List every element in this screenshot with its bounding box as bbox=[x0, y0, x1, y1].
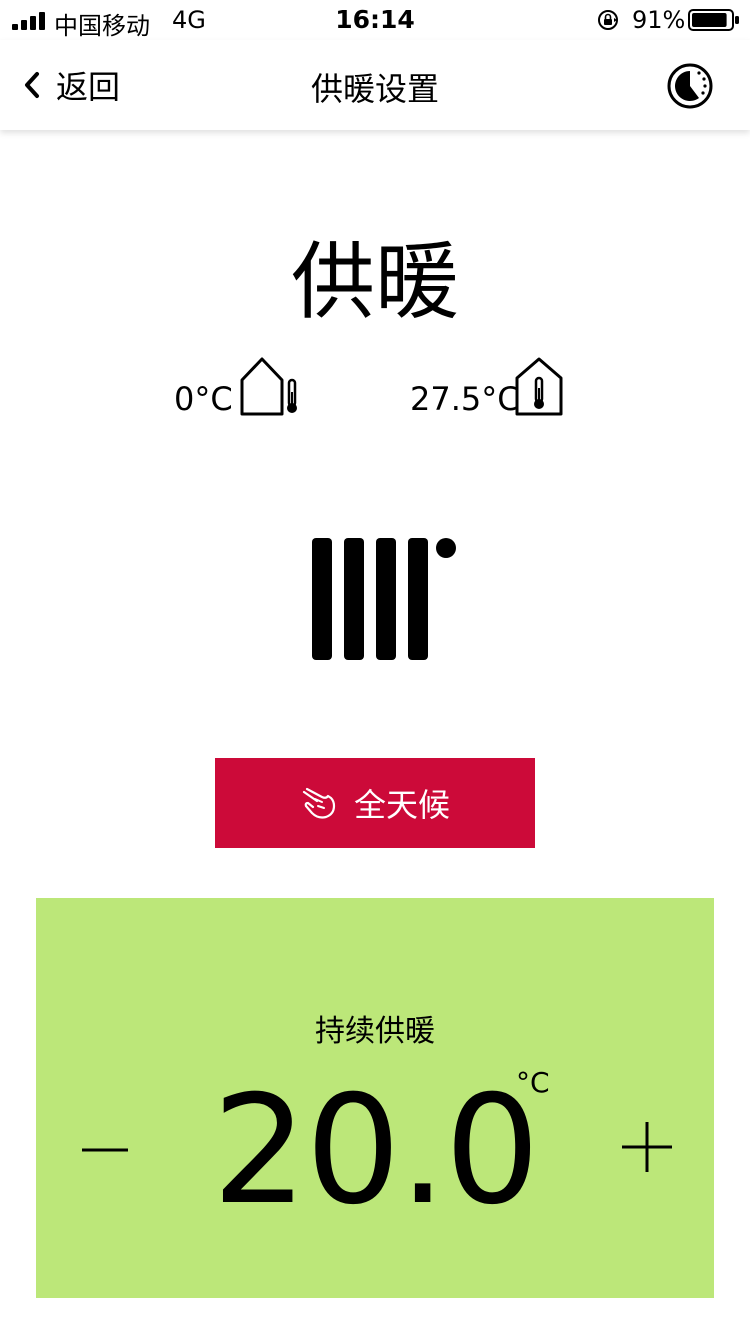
plus-icon bbox=[622, 1122, 672, 1172]
status-bar: 中国移动 4G 16:14 91% bbox=[0, 0, 750, 40]
hand-pointer-icon bbox=[302, 787, 336, 819]
house-indoor-thermometer-icon bbox=[515, 357, 563, 416]
clock-icon[interactable] bbox=[666, 62, 714, 110]
rotation-lock-icon bbox=[598, 10, 618, 30]
setpoint-value: 20.0 bbox=[212, 1064, 540, 1238]
page-title: 供暖设置 bbox=[310, 70, 439, 108]
schedule-mode-label: 全天候 bbox=[353, 786, 450, 824]
battery-icon bbox=[688, 9, 739, 31]
nav-bar: 返回 供暖设置 bbox=[0, 40, 750, 130]
setpoint-unit: °C bbox=[516, 1066, 550, 1099]
house-outdoor-thermometer-icon bbox=[240, 357, 297, 416]
outdoor-temperature: 0°C bbox=[174, 380, 233, 418]
setpoint-panel: 持续供暖 20.0 °C bbox=[36, 898, 714, 1298]
battery-percent: 91% bbox=[632, 6, 686, 34]
indoor-temperature: 27.5°C bbox=[410, 380, 520, 418]
mode-title: 供暖 bbox=[290, 233, 459, 331]
panel-title: 持续供暖 bbox=[315, 1014, 435, 1049]
schedule-mode-button[interactable]: 全天候 bbox=[215, 758, 535, 848]
radiator-icon bbox=[312, 538, 456, 660]
increase-button[interactable] bbox=[620, 1120, 674, 1174]
